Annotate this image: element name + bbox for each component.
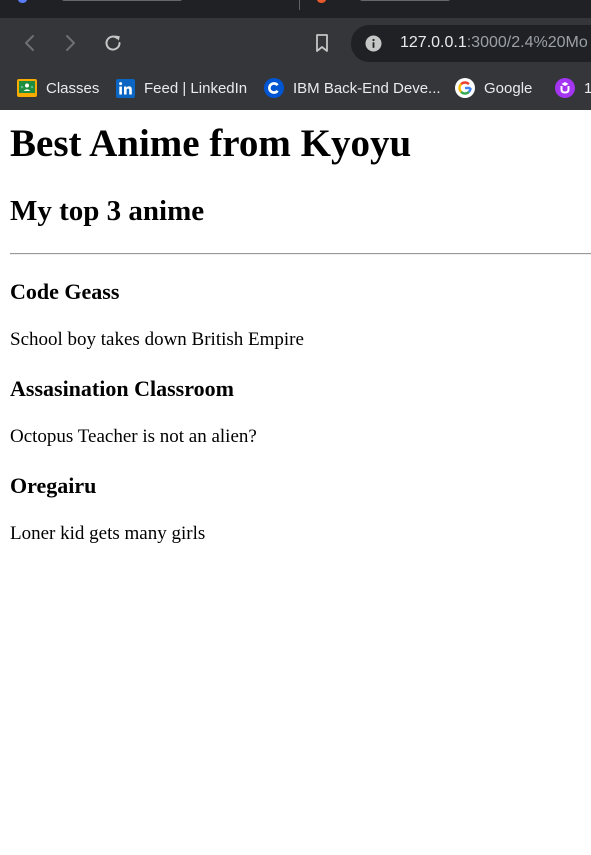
tab-title-partial[interactable] — [62, 0, 182, 1]
anime-description: School boy takes down British Empire — [10, 329, 304, 350]
bookmark-label: Google — [484, 79, 533, 97]
bookmark-ibm-backend[interactable]: IBM Back-End Deve... — [264, 77, 441, 99]
url-path: :3000/2.4%20Mo — [466, 34, 588, 51]
horizontal-rule — [10, 253, 591, 255]
browser-toolbar: 127.0.0.1:3000/2.4%20Mo — [0, 18, 591, 68]
bookmark-linkedin[interactable]: Feed | LinkedIn — [115, 77, 247, 99]
bookmark-classes[interactable]: Classes — [17, 77, 99, 99]
forward-arrow-icon — [66, 35, 75, 51]
page-subtitle: My top 3 anime — [10, 195, 205, 227]
tab-strip — [0, 0, 591, 18]
bookmark-label: Feed | LinkedIn — [144, 79, 248, 97]
address-bar[interactable]: 127.0.0.1:3000/2.4%20Mo — [351, 25, 591, 62]
bookmark-google[interactable]: Google — [455, 77, 532, 99]
site-info-icon[interactable] — [365, 35, 382, 52]
bookmark-page-button[interactable] — [308, 29, 336, 57]
url-text[interactable]: 127.0.0.1:3000/2.4%20Mo — [400, 34, 588, 52]
anime-description: Octopus Teacher is not an alien? — [10, 426, 257, 447]
google-icon — [455, 78, 475, 98]
tab-favicon-icon — [18, 0, 27, 3]
browser-chrome: 127.0.0.1:3000/2.4%20Mo Classes Feed | L… — [0, 0, 591, 110]
tab-favicon-icon — [317, 0, 326, 3]
tab-title-partial[interactable] — [360, 0, 450, 1]
reload-button[interactable] — [99, 29, 127, 57]
anime-title: Assasination Classroom — [10, 376, 234, 401]
bookmark-label: Classes — [46, 79, 100, 97]
bookmark-udemy[interactable]: 1 — [555, 77, 591, 99]
google-classroom-icon — [17, 78, 37, 98]
forward-button[interactable] — [56, 29, 84, 57]
coursera-icon — [264, 78, 284, 98]
reload-icon — [105, 35, 121, 51]
tab-divider — [299, 0, 300, 10]
bookmark-label: 1 — [584, 79, 591, 97]
page-content: Best Anime from Kyoyu My top 3 anime Cod… — [0, 110, 591, 855]
back-button[interactable] — [16, 29, 44, 57]
page-title: Best Anime from Kyoyu — [10, 122, 412, 165]
bookmarks-bar: Classes Feed | LinkedIn IBM Back-End Dev… — [0, 68, 591, 110]
anime-description: Loner kid gets many girls — [10, 523, 206, 544]
linkedin-icon — [115, 78, 135, 98]
udemy-icon — [555, 78, 575, 98]
anime-title: Oregairu — [10, 473, 97, 498]
anime-title: Code Geass — [10, 279, 120, 304]
back-arrow-icon — [25, 35, 34, 51]
bookmark-icon — [316, 34, 328, 52]
url-host: 127.0.0.1 — [400, 34, 467, 51]
bookmark-label: IBM Back-End Deve... — [293, 79, 441, 97]
